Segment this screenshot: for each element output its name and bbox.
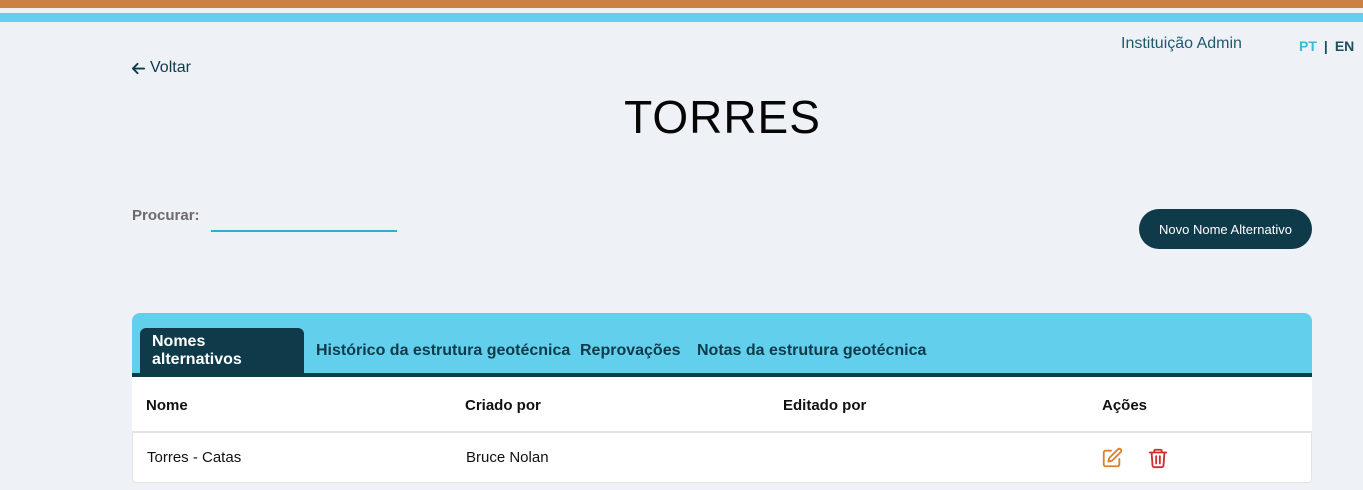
search-input[interactable]: [211, 204, 397, 232]
user-institution-link[interactable]: Instituição Admin: [1121, 35, 1242, 53]
lang-pt-link[interactable]: PT: [1299, 38, 1317, 54]
column-header-acoes: Ações: [1102, 397, 1148, 414]
cell-nome: Torres - Catas: [147, 449, 242, 466]
back-link-label: Voltar: [150, 59, 191, 76]
tab-alternative-names[interactable]: Nomes alternativos: [140, 328, 304, 373]
alternative-names-table: Nome Criado por Editado por Ações Torres…: [132, 377, 1312, 483]
language-switcher: PT | EN: [1299, 38, 1354, 54]
top-stripe-orange: [0, 0, 1363, 8]
trash-icon[interactable]: [1147, 447, 1169, 469]
tab-geotechnical-notes[interactable]: Notas da estrutura geotécnica: [685, 328, 938, 373]
tab-rejections[interactable]: Reprovações: [568, 328, 693, 373]
column-header-nome: Nome: [146, 397, 188, 414]
column-header-editado-por: Editado por: [783, 397, 867, 414]
table-header: Nome Criado por Editado por Ações: [132, 377, 1312, 432]
edit-icon[interactable]: [1101, 447, 1123, 469]
tab-geotechnical-history[interactable]: Histórico da estrutura geotécnica: [304, 328, 582, 373]
lang-separator: |: [1323, 38, 1328, 54]
new-alternative-name-button[interactable]: Novo Nome Alternativo: [1139, 209, 1312, 249]
back-link[interactable]: Voltar: [131, 59, 191, 77]
column-header-criado-por: Criado por: [465, 397, 541, 414]
lang-en-link[interactable]: EN: [1335, 38, 1354, 54]
top-stripe-blue: [0, 13, 1363, 22]
arrow-left-icon: [131, 62, 146, 74]
tabs-bar: Nomes alternativos Histórico da estrutur…: [132, 313, 1312, 377]
page-title: TORRES: [624, 91, 821, 143]
search-label: Procurar:: [132, 207, 200, 224]
cell-criado-por: Bruce Nolan: [466, 449, 549, 466]
table-row: Torres - Catas Bruce Nolan: [132, 432, 1312, 483]
